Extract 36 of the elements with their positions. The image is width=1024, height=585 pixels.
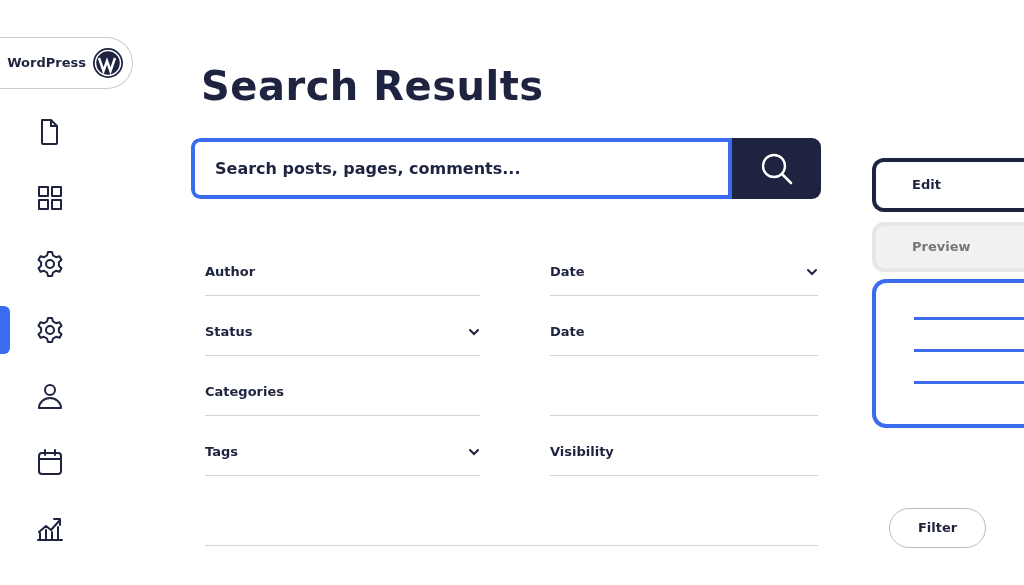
brand-name: WordPress bbox=[7, 54, 86, 73]
sidebar-item[interactable] bbox=[35, 183, 65, 213]
filter-button[interactable]: Filter bbox=[889, 508, 986, 548]
logo-icon bbox=[92, 47, 124, 79]
tab[interactable]: Preview bbox=[872, 222, 1024, 272]
chevron-icon bbox=[806, 267, 818, 276]
calendar-icon bbox=[35, 447, 65, 477]
field-label: Author bbox=[205, 262, 256, 281]
sidebar-item[interactable] bbox=[35, 381, 65, 411]
search-button[interactable] bbox=[732, 138, 821, 199]
page-title: Search Results bbox=[201, 62, 545, 110]
field-label: Categories bbox=[205, 382, 284, 401]
dropdown-field[interactable]: Date bbox=[550, 236, 818, 296]
input-field[interactable]: Visibility bbox=[550, 416, 818, 476]
tab[interactable]: Edit bbox=[872, 158, 1024, 212]
sidebar-item[interactable] bbox=[35, 447, 65, 477]
chevron-icon bbox=[468, 447, 480, 456]
input-field[interactable]: Categories bbox=[205, 356, 480, 416]
field-label: Date bbox=[550, 322, 585, 341]
chevron-icon bbox=[468, 327, 480, 336]
field-label: Status bbox=[205, 322, 253, 341]
input-field[interactable]: Date bbox=[550, 296, 818, 356]
field-label: Tags bbox=[205, 442, 238, 461]
field-label: Visibility bbox=[550, 442, 614, 461]
settings-icon bbox=[35, 315, 65, 345]
settings-icon bbox=[35, 249, 65, 279]
dropdown-field[interactable]: Status bbox=[205, 296, 480, 356]
sidebar-item[interactable] bbox=[35, 249, 65, 279]
dropdown-field[interactable]: Tags bbox=[205, 416, 480, 476]
input-field[interactable]: Author bbox=[205, 236, 480, 296]
field-label: Date bbox=[550, 262, 585, 281]
search-icon bbox=[759, 151, 794, 186]
user-icon bbox=[35, 381, 65, 411]
grid-icon bbox=[35, 183, 65, 213]
sidebar-item[interactable] bbox=[35, 315, 65, 345]
search-field[interactable]: Search posts, pages, comments... bbox=[191, 138, 732, 199]
